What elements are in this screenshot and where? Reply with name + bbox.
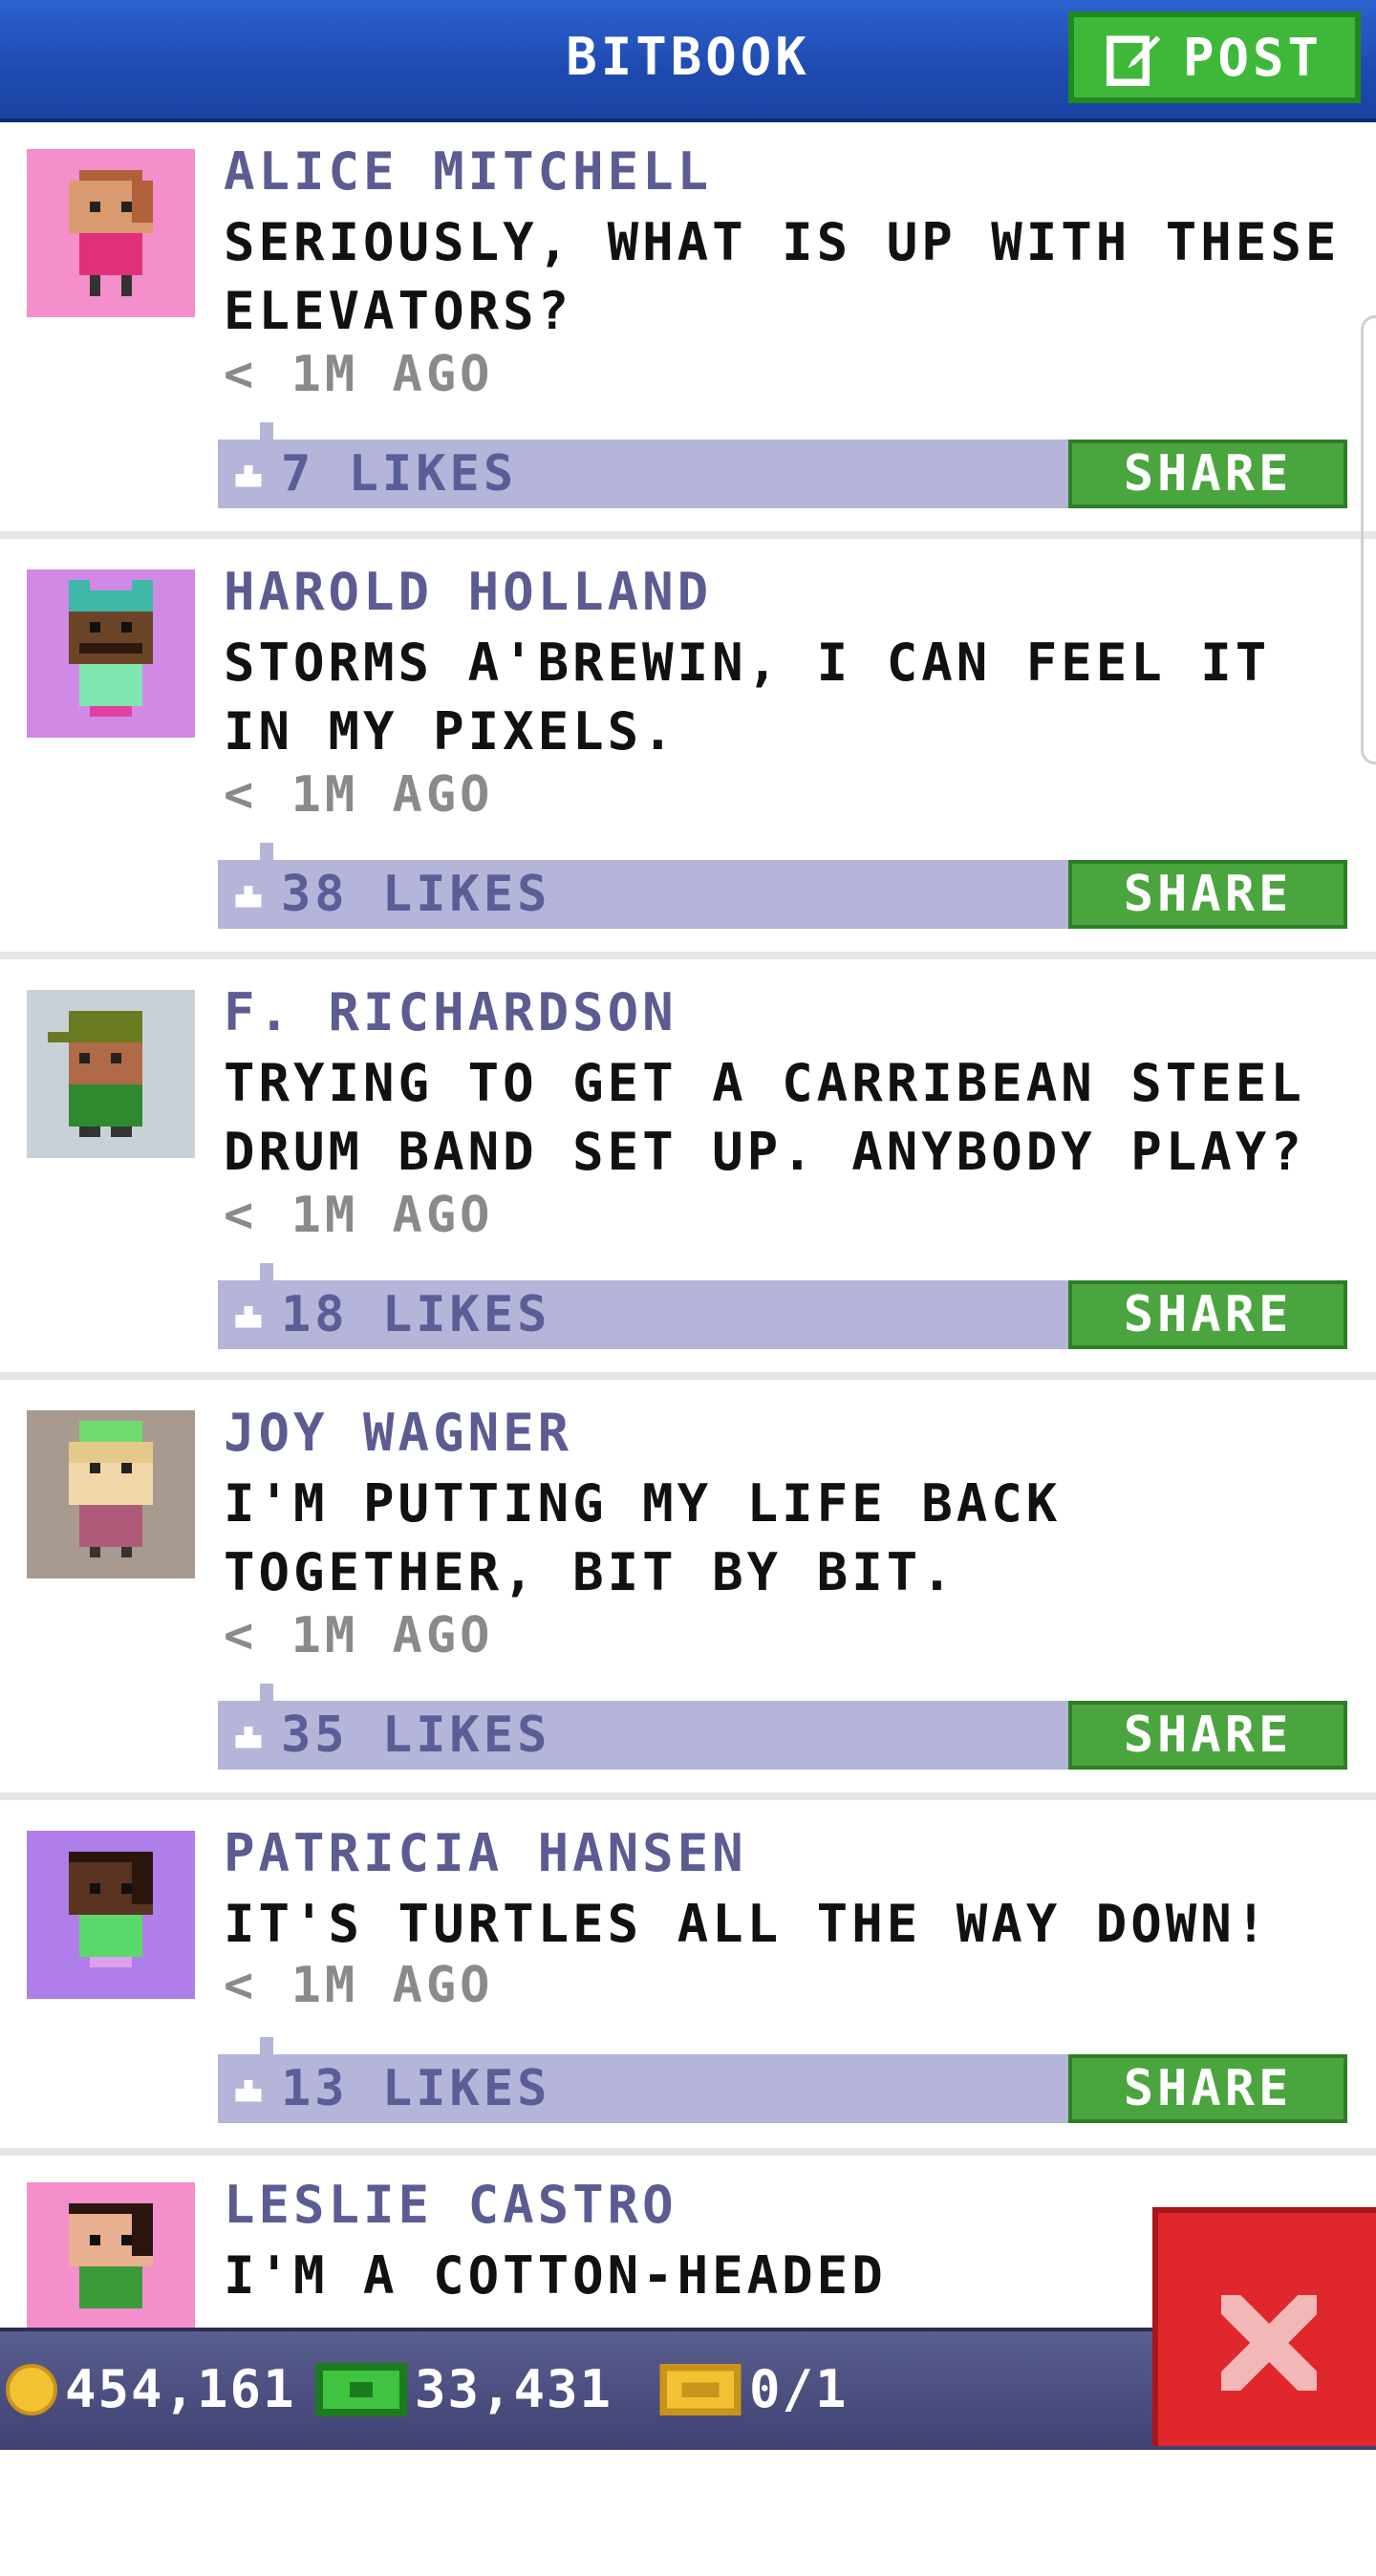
like-count-label: 35 LIKES: [281, 1707, 551, 1764]
divider: [0, 531, 1376, 539]
like-count[interactable]: 13 LIKES: [231, 2058, 550, 2119]
divider: [0, 1792, 1376, 1800]
post-timestamp: < 1M AGO: [224, 346, 494, 403]
post-timestamp: < 1M AGO: [224, 1607, 494, 1664]
avatar[interactable]: [27, 149, 195, 317]
like-count-label: 18 LIKES: [281, 1286, 551, 1343]
cash-balance: 33,431: [315, 2356, 613, 2423]
ticket-icon: [659, 2363, 742, 2416]
post-author[interactable]: ALICE MITCHELL: [224, 141, 712, 203]
post-message: I'M PUTTING MY LIFE BACK TOGETHER, BIT B…: [224, 1473, 1062, 1602]
bux-count: 0/1: [749, 2359, 849, 2419]
thumbs-up-icon: [235, 465, 262, 487]
bux-balance: 0/1: [659, 2356, 849, 2423]
divider: [0, 1372, 1376, 1380]
post-message: TRYING TO GET A CARRIBEAN STEEL DRUM BAN…: [224, 1053, 1305, 1182]
post-message: SERIOUSLY, WHAT IS UP WITH THESE ELEVATO…: [224, 212, 1341, 341]
feed-post: JOY WAGNER I'M PUTTING MY LIFE BACK TOGE…: [0, 1384, 1376, 1804]
post-author[interactable]: F. RICHARDSON: [224, 982, 677, 1043]
like-bar: 35 LIKES SHARE: [218, 1684, 1347, 1770]
close-icon: [1221, 2295, 1317, 2391]
thumbs-up-icon: [235, 1306, 262, 1328]
divider: [0, 952, 1376, 959]
avatar[interactable]: [27, 569, 195, 738]
feed-post: F. RICHARDSON TRYING TO GET A CARRIBEAN …: [0, 963, 1376, 1384]
thumbs-up-icon: [235, 886, 262, 908]
close-button[interactable]: [1152, 2207, 1376, 2446]
post-message: IT'S TURTLES ALL THE WAY DOWN!: [224, 1894, 1271, 1954]
post-button[interactable]: POST: [1068, 11, 1361, 103]
like-count-label: 7 LIKES: [281, 445, 518, 503]
post-message: STORMS A'BREWIN, I CAN FEEL IT IN MY PIX…: [224, 633, 1271, 762]
coin-icon: [6, 2364, 57, 2415]
like-count[interactable]: 38 LIKES: [231, 864, 550, 925]
like-bar: 13 LIKES SHARE: [218, 2037, 1347, 2123]
post-button-label: POST: [1182, 27, 1323, 88]
feed-post: HAROLD HOLLAND STORMS A'BREWIN, I CAN FE…: [0, 543, 1376, 963]
like-bar: 18 LIKES SHARE: [218, 1263, 1347, 1349]
post-timestamp: < 1M AGO: [224, 766, 494, 824]
coin-balance: 454,161: [6, 2356, 296, 2423]
share-button[interactable]: SHARE: [1068, 860, 1347, 929]
share-button[interactable]: SHARE: [1068, 440, 1347, 508]
feed-post: ALICE MITCHELL SERIOUSLY, WHAT IS UP WIT…: [0, 122, 1376, 543]
post-author[interactable]: PATRICIA HANSEN: [224, 1823, 747, 1884]
like-count[interactable]: 7 LIKES: [231, 443, 517, 504]
scrollbar[interactable]: [1361, 315, 1376, 764]
share-button[interactable]: SHARE: [1068, 2054, 1347, 2123]
coin-count: 454,161: [65, 2359, 296, 2419]
like-bar: 7 LIKES SHARE: [218, 422, 1347, 508]
like-bar: 38 LIKES SHARE: [218, 843, 1347, 929]
avatar[interactable]: [27, 990, 195, 1158]
like-count[interactable]: 35 LIKES: [231, 1705, 550, 1766]
like-count-label: 38 LIKES: [281, 866, 551, 923]
post-timestamp: < 1M AGO: [224, 1957, 494, 2014]
app-header: BITBOOK POST: [0, 0, 1376, 122]
avatar[interactable]: [27, 2182, 195, 2351]
divider: [0, 2148, 1376, 2156]
avatar[interactable]: [27, 1831, 195, 1999]
cash-count: 33,431: [415, 2359, 613, 2419]
thumbs-up-icon: [235, 1727, 262, 1749]
like-count[interactable]: 18 LIKES: [231, 1284, 550, 1345]
post-author[interactable]: HAROLD HOLLAND: [224, 562, 712, 623]
post-author[interactable]: JOY WAGNER: [224, 1403, 572, 1464]
post-author[interactable]: LESLIE CASTRO: [224, 2175, 677, 2236]
edit-icon: [1106, 35, 1161, 86]
avatar[interactable]: [27, 1410, 195, 1578]
post-timestamp: < 1M AGO: [224, 1187, 494, 1244]
share-button[interactable]: SHARE: [1068, 1280, 1347, 1349]
thumbs-up-icon: [235, 2080, 262, 2102]
share-button[interactable]: SHARE: [1068, 1701, 1347, 1770]
cash-icon: [315, 2363, 407, 2416]
like-count-label: 13 LIKES: [281, 2060, 551, 2117]
